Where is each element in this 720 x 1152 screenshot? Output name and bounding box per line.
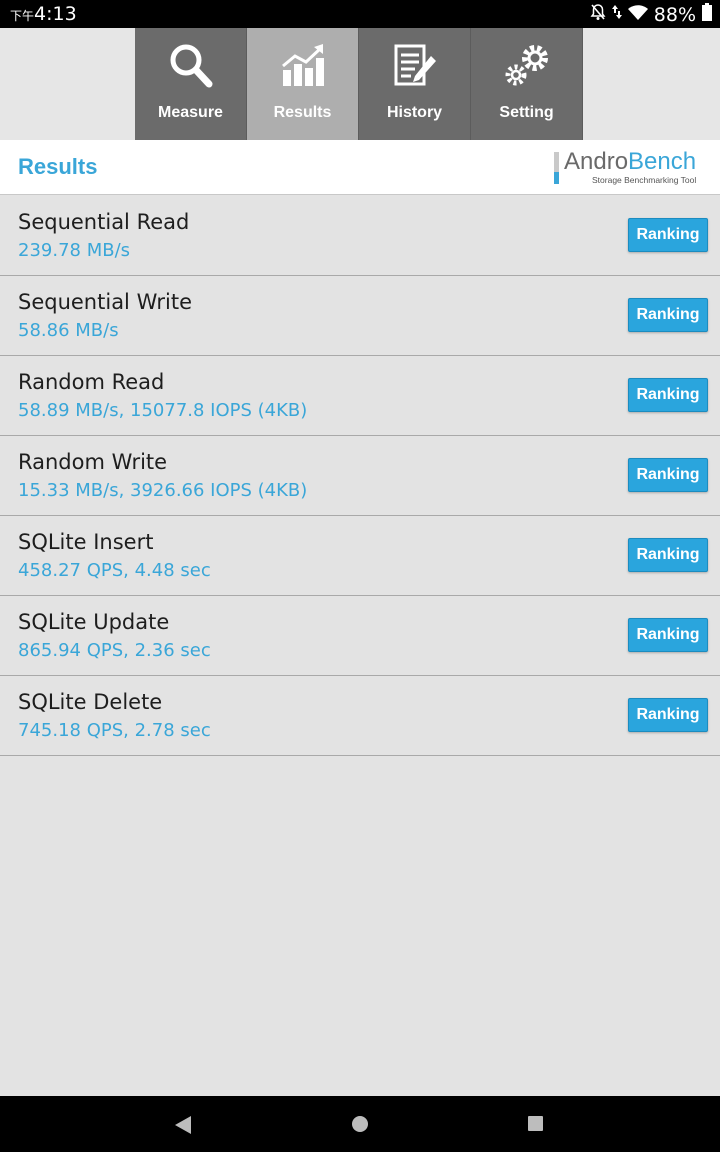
tab-label: History — [386, 104, 443, 121]
result-value: 58.89 MB/s, 15077.8 IOPS (4KB) — [18, 400, 308, 421]
status-ampm: 下午 — [10, 9, 35, 23]
top-nav: Measure Results History Setting — [0, 28, 720, 140]
logo-brand-andro: Andro — [564, 148, 629, 175]
back-icon[interactable] — [175, 1116, 191, 1138]
result-name: SQLite Insert — [18, 530, 154, 554]
tab-label: Measure — [158, 104, 223, 121]
tab-measure[interactable]: Measure — [135, 28, 247, 140]
status-time: 下午4:13 — [10, 3, 77, 25]
result-value: 458.27 QPS, 4.48 sec — [18, 560, 211, 581]
ranking-button[interactable]: Ranking — [628, 698, 708, 732]
document-pencil-icon — [391, 42, 439, 90]
data-arrows-icon — [611, 3, 622, 26]
result-name: SQLite Delete — [18, 690, 163, 714]
result-name: Random Write — [18, 450, 168, 474]
result-value: 15.33 MB/s, 3926.66 IOPS (4KB) — [18, 480, 308, 501]
result-name: SQLite Update — [18, 610, 170, 634]
results-header: Results AndroBench Storage Benchmarking … — [0, 140, 720, 195]
list-item: SQLite Insert 458.27 QPS, 4.48 sec Ranki… — [0, 516, 720, 596]
list-item: Sequential Read 239.78 MB/s Ranking — [0, 196, 720, 276]
result-name: Sequential Read — [18, 210, 190, 234]
tab-label: Setting — [499, 104, 554, 121]
result-value: 745.18 QPS, 2.78 sec — [18, 720, 211, 741]
status-clock: 4:13 — [34, 3, 77, 25]
battery-percent: 88% — [653, 3, 696, 26]
ranking-button[interactable]: Ranking — [628, 618, 708, 652]
system-nav-bar — [0, 1096, 720, 1152]
tab-history[interactable]: History — [359, 28, 471, 140]
tab-bar: Measure Results History Setting — [135, 28, 583, 140]
ranking-button[interactable]: Ranking — [628, 458, 708, 492]
androbench-logo: AndroBench Storage Benchmarking Tool — [554, 148, 702, 186]
logo-bar-accent — [554, 172, 559, 184]
recents-icon[interactable] — [528, 1116, 543, 1131]
ranking-button[interactable]: Ranking — [628, 538, 708, 572]
logo-brand-bench: Bench — [628, 148, 697, 175]
page-title: Results — [18, 154, 98, 179]
logo-tagline: Storage Benchmarking Tool — [592, 175, 697, 185]
results-list: Sequential Read 239.78 MB/s Ranking Sequ… — [0, 196, 720, 756]
battery-icon — [702, 3, 712, 26]
logo-brand: AndroBench — [564, 148, 696, 176]
tab-results[interactable]: Results — [247, 28, 359, 140]
result-name: Random Read — [18, 370, 165, 394]
list-item: SQLite Delete 745.18 QPS, 2.78 sec Ranki… — [0, 676, 720, 756]
result-value: 58.86 MB/s — [18, 320, 119, 341]
magnifier-icon — [167, 42, 215, 90]
result-value: 865.94 QPS, 2.36 sec — [18, 640, 211, 661]
ranking-button[interactable]: Ranking — [628, 218, 708, 252]
wifi-icon — [627, 4, 648, 26]
bar-chart-icon — [279, 42, 327, 90]
tab-label: Results — [273, 104, 332, 121]
tab-setting[interactable]: Setting — [471, 28, 583, 140]
list-item: Sequential Write 58.86 MB/s Ranking — [0, 276, 720, 356]
status-bar: 下午4:13 88% — [0, 0, 720, 28]
list-item: Random Read 58.89 MB/s, 15077.8 IOPS (4K… — [0, 356, 720, 436]
gears-icon — [503, 42, 551, 90]
result-value: 239.78 MB/s — [18, 240, 131, 261]
notifications-off-icon — [590, 3, 606, 26]
ranking-button[interactable]: Ranking — [628, 298, 708, 332]
list-item: SQLite Update 865.94 QPS, 2.36 sec Ranki… — [0, 596, 720, 676]
result-name: Sequential Write — [18, 290, 193, 314]
list-item: Random Write 15.33 MB/s, 3926.66 IOPS (4… — [0, 436, 720, 516]
status-icons: 88% — [590, 3, 712, 26]
home-icon[interactable] — [352, 1116, 368, 1132]
ranking-button[interactable]: Ranking — [628, 378, 708, 412]
